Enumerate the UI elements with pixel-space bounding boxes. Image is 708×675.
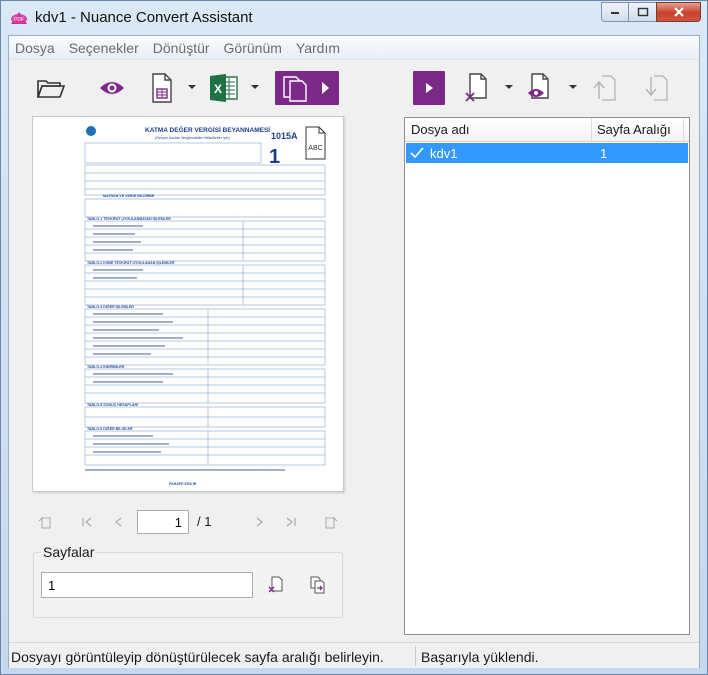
rotate-left-icon xyxy=(38,516,51,529)
svg-text:TABLO-2 KISMİ TEVKİFAT UYGULAN: TABLO-2 KISMİ TEVKİFAT UYGULANAN İŞLEMLE… xyxy=(87,261,175,265)
menu-donustur[interactable]: Dönüştür xyxy=(153,40,210,56)
svg-text:(Gerçek Usulde Vergilendirilen: (Gerçek Usulde Vergilendirilen Mükellefl… xyxy=(155,135,230,140)
convert-pages-button[interactable] xyxy=(275,71,339,105)
page-total: / 1 xyxy=(197,514,212,529)
open-folder-icon xyxy=(36,80,66,98)
svg-text:TABLO-1 TEVKİFAT UYGULANMAYAN: TABLO-1 TEVKİFAT UYGULANMAYAN İŞLEMLER xyxy=(87,217,171,221)
remove-document-icon xyxy=(465,73,487,102)
rotate-right-button[interactable] xyxy=(323,514,339,530)
svg-text:KATMA DEĞER VERGİSİ BEYANNAMES: KATMA DEĞER VERGİSİ BEYANNAMESİ xyxy=(145,125,270,134)
column-divider[interactable] xyxy=(591,118,592,142)
menu-secenekler[interactable]: Seçenekler xyxy=(69,40,139,56)
minimize-button[interactable] xyxy=(601,2,628,22)
ocr-document-icon: ABC xyxy=(305,126,326,160)
excel-icon: X xyxy=(210,74,238,102)
svg-text:ABC: ABC xyxy=(308,145,322,152)
page-range-cell: 1 xyxy=(600,146,608,161)
minimize-icon xyxy=(611,12,619,14)
document-calc-dropdown-icon[interactable] xyxy=(188,85,196,89)
maximize-icon xyxy=(637,7,648,17)
window-controls xyxy=(601,2,701,23)
view-button[interactable] xyxy=(95,71,129,105)
last-page-icon xyxy=(286,517,296,527)
copy-pages-icon xyxy=(310,576,325,594)
column-divider[interactable] xyxy=(683,118,684,142)
view-eye-icon xyxy=(100,82,124,94)
svg-text:PDF: PDF xyxy=(14,17,24,23)
tax-office-logo-icon xyxy=(86,126,96,136)
excel-button[interactable]: X xyxy=(207,71,241,105)
first-page-button[interactable] xyxy=(79,514,95,530)
status-instruction: Dosyayı görüntüleyip dönüştürülecek sayf… xyxy=(11,649,384,665)
previous-page-button[interactable] xyxy=(111,514,127,530)
svg-text:1015A: 1015A xyxy=(271,131,298,141)
file-list-table[interactable]: Dosya adı Sayfa Aralığı kdv1 1 xyxy=(404,117,690,635)
first-page-icon xyxy=(82,517,92,527)
page-range-input[interactable] xyxy=(41,572,253,598)
excel-dropdown-icon[interactable] xyxy=(251,85,259,89)
close-button[interactable] xyxy=(656,2,701,22)
column-page-range[interactable]: Sayfa Aralığı xyxy=(597,122,671,137)
clear-range-button[interactable] xyxy=(267,576,287,596)
remove-document-button[interactable] xyxy=(461,71,493,105)
menu-bar: Dosya Seçenekler Dönüştür Görünüm Yardım xyxy=(9,36,699,60)
client-area: Dosya Seçenekler Dönüştür Görünüm Yardım xyxy=(8,35,700,668)
file-name-cell: kdv1 xyxy=(430,146,458,161)
next-page-button[interactable] xyxy=(251,514,267,530)
previous-page-icon xyxy=(115,517,122,527)
table-header: Dosya adı Sayfa Aralığı xyxy=(405,118,689,142)
svg-text:MATRAH VE VERGİ BİLDİRİMİ: MATRAH VE VERGİ BİLDİRİMİ xyxy=(103,194,154,198)
document-preview[interactable]: KATMA DEĞER VERGİSİ BEYANNAMESİ (Gerçek … xyxy=(32,116,344,492)
document-settings-icon xyxy=(528,73,549,99)
svg-text:1: 1 xyxy=(269,146,280,168)
svg-text:TABLO-3 DİĞER İŞLEMLER: TABLO-3 DİĞER İŞLEMLER xyxy=(87,304,134,309)
maximize-button[interactable] xyxy=(628,2,656,22)
move-up-button[interactable] xyxy=(589,71,621,105)
pages-label: Sayfalar xyxy=(41,544,97,560)
column-file-name[interactable]: Dosya adı xyxy=(411,122,470,137)
document-calc-icon xyxy=(152,73,172,103)
last-page-button[interactable] xyxy=(283,514,299,530)
page-number-input[interactable] xyxy=(137,510,189,534)
run-icon xyxy=(426,83,433,93)
settings-dropdown-icon[interactable] xyxy=(569,85,577,89)
title-bar[interactable]: PDF kdv1 - Nuance Convert Assistant xyxy=(1,1,707,35)
table-row[interactable]: kdv1 1 xyxy=(406,143,688,163)
svg-text:TABLO-4 İNDİRİMLER: TABLO-4 İNDİRİMLER xyxy=(87,365,125,369)
document-settings-button[interactable] xyxy=(523,71,555,105)
svg-text:PARAFE EDİLİR: PARAFE EDİLİR xyxy=(169,482,197,486)
document-calc-button[interactable] xyxy=(147,71,177,105)
svg-text:TABLO-6 DİĞER BİLGİLER: TABLO-6 DİĞER BİLGİLER xyxy=(87,426,133,431)
move-up-icon xyxy=(593,75,616,101)
menu-gorunum[interactable]: Görünüm xyxy=(224,40,282,56)
rotate-right-icon xyxy=(325,516,338,529)
open-button[interactable] xyxy=(33,71,69,105)
status-divider xyxy=(415,646,416,666)
remove-dropdown-icon[interactable] xyxy=(505,85,513,89)
toolbar: X xyxy=(9,61,699,117)
svg-text:X: X xyxy=(214,82,222,96)
menu-dosya[interactable]: Dosya xyxy=(15,40,55,56)
copy-pages-button[interactable] xyxy=(309,576,329,596)
status-result: Başarıyla yüklendi. xyxy=(421,649,539,665)
pages-convert-icon xyxy=(283,76,329,102)
next-page-icon xyxy=(256,517,263,527)
document-page-thumbnail: KATMA DEĞER VERGİSİ BEYANNAMESİ (Gerçek … xyxy=(84,125,326,486)
svg-text:TABLO-5 SONUÇ HESAPLARI: TABLO-5 SONUÇ HESAPLARI xyxy=(87,403,138,407)
menu-yardim[interactable]: Yardım xyxy=(296,40,340,56)
status-bar: Dosyayı görüntüleyip dönüştürülecek sayf… xyxy=(9,642,699,668)
app-window: PDF kdv1 - Nuance Convert Assistant Dosy… xyxy=(0,0,708,675)
move-down-button[interactable] xyxy=(641,71,673,105)
pdf-app-icon: PDF xyxy=(11,12,27,24)
close-icon xyxy=(673,7,684,17)
checked-icon[interactable] xyxy=(410,147,424,159)
window-title: kdv1 - Nuance Convert Assistant xyxy=(35,9,253,26)
move-down-icon xyxy=(645,75,668,101)
page-navigation: / 1 xyxy=(33,510,353,536)
run-button[interactable] xyxy=(413,71,445,105)
rotate-left-button[interactable] xyxy=(37,514,53,530)
remove-page-icon xyxy=(268,576,283,593)
